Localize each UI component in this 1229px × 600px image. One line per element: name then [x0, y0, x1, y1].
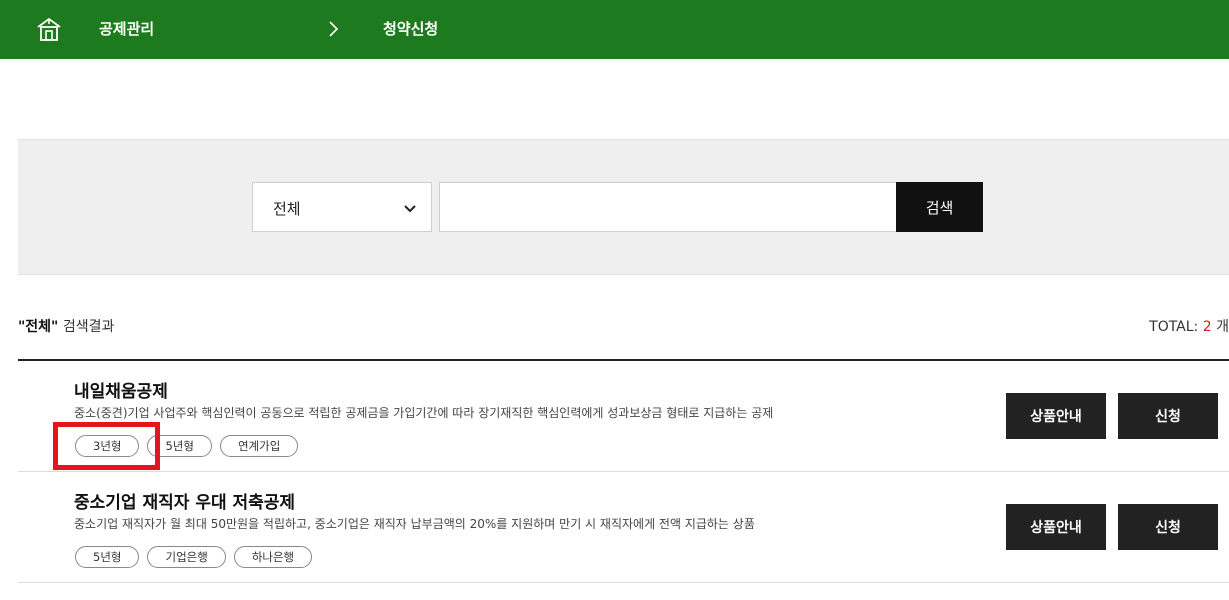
- product-title[interactable]: 내일채움공제: [74, 377, 168, 402]
- product-tag[interactable]: 3년형: [75, 435, 140, 457]
- search-result-label: "전체" 검색결과: [18, 316, 114, 336]
- product-tags: 3년형 5년형 연계가입: [75, 435, 299, 457]
- chevron-down-icon: [403, 201, 417, 215]
- top-navigation-bar: 공제관리 청약신청: [0, 0, 1229, 59]
- product-tag[interactable]: 기업은행: [147, 546, 226, 568]
- chevron-right-icon: [326, 20, 342, 38]
- product-info-button[interactable]: 상품안내: [1006, 393, 1106, 439]
- product-description: 중소기업 재직자가 월 최대 50만원을 적립하고, 중소기업은 재직자 납부금…: [74, 517, 755, 531]
- search-button[interactable]: 검색: [896, 182, 983, 232]
- product-tag[interactable]: 5년형: [75, 546, 140, 568]
- apply-button[interactable]: 신청: [1118, 504, 1218, 550]
- product-description: 중소(중견)기업 사업주와 핵심인력이 공동으로 적립한 공제금을 가입기간에 …: [74, 406, 774, 420]
- category-select-value: 전체: [273, 200, 301, 218]
- apply-button[interactable]: 신청: [1118, 393, 1218, 439]
- total-count-value: 2: [1202, 319, 1212, 335]
- search-result-suffix: 검색결과: [62, 319, 115, 335]
- product-tag[interactable]: 하나은행: [233, 546, 313, 568]
- product-tags: 5년형 기업은행 하나은행: [75, 546, 313, 568]
- search-input[interactable]: [439, 182, 897, 232]
- product-tag[interactable]: 5년형: [147, 435, 212, 457]
- product-item: 중소기업 재직자 우대 저축공제 중소기업 재직자가 월 최대 50만원을 적립…: [18, 472, 1229, 583]
- breadcrumb-level2[interactable]: 청약신청: [383, 18, 438, 39]
- product-title[interactable]: 중소기업 재직자 우대 저축공제: [74, 488, 295, 513]
- search-result-query: "전체": [18, 319, 59, 335]
- total-unit: 개: [1216, 319, 1229, 335]
- total-label: TOTAL:: [1149, 319, 1199, 335]
- breadcrumb-level1[interactable]: 공제관리: [99, 18, 154, 39]
- product-tag[interactable]: 연계가입: [219, 435, 299, 457]
- product-info-button[interactable]: 상품안내: [1006, 504, 1106, 550]
- product-item: 내일채움공제 중소(중견)기업 사업주와 핵심인력이 공동으로 적립한 공제금을…: [18, 361, 1229, 472]
- category-select[interactable]: 전체: [252, 182, 432, 232]
- total-count: TOTAL: 2 개: [1149, 316, 1229, 336]
- home-icon[interactable]: [36, 16, 62, 42]
